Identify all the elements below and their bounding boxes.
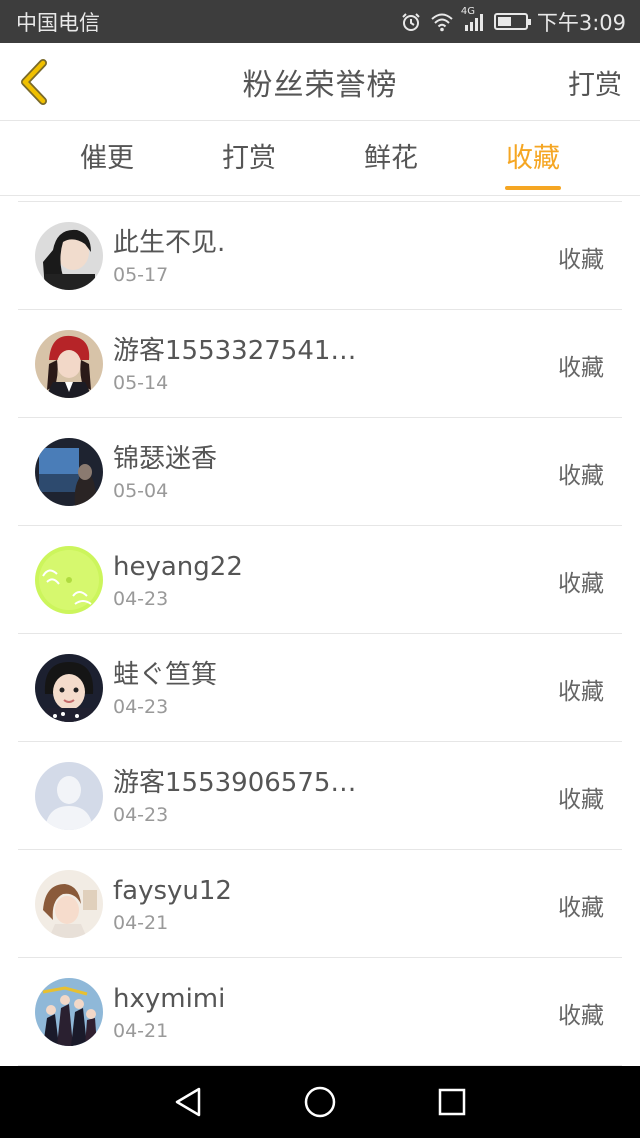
- action-label: 收藏: [558, 247, 604, 273]
- fan-list: 此生不见. 05-17 收藏 游客1553327541… 05-14 收藏 锦瑟…: [18, 201, 622, 1066]
- avatar: [35, 221, 103, 290]
- item-date: 05-17: [113, 263, 169, 286]
- item-date: 04-23: [113, 803, 169, 826]
- nav-home-button[interactable]: [290, 1072, 350, 1132]
- status-icons: 4G 下午3:09: [401, 6, 626, 37]
- item-info: 蛙ぐ笪箕 04-23: [113, 658, 217, 718]
- list-item[interactable]: heyang22 04-23 收藏: [18, 526, 622, 634]
- reward-button[interactable]: 打赏: [568, 63, 622, 102]
- header: 粉丝荣誉榜 打赏: [0, 43, 640, 121]
- avatar: [35, 869, 103, 938]
- back-arrow-icon: [21, 59, 47, 105]
- item-date: 04-21: [113, 1019, 169, 1042]
- item-date: 05-04: [113, 479, 169, 502]
- list-item[interactable]: 游客1553327541… 05-14 收藏: [18, 310, 622, 418]
- list-item[interactable]: 游客1553906575… 04-23 收藏: [18, 742, 622, 850]
- item-info: faysyu12 04-21: [113, 874, 232, 934]
- list-item[interactable]: faysyu12 04-21 收藏: [18, 850, 622, 958]
- user-name: 游客1553906575…: [113, 767, 357, 798]
- nav-recent-button[interactable]: [422, 1072, 482, 1132]
- tab-reward[interactable]: 打赏: [194, 122, 304, 195]
- user-name: faysyu12: [113, 875, 232, 906]
- system-nav-bar: [0, 1066, 640, 1138]
- tab-flowers[interactable]: 鲜花: [336, 122, 446, 195]
- item-info: 锦瑟迷香 05-04: [113, 442, 217, 502]
- carrier-label: 中国电信: [16, 10, 100, 35]
- item-date: 04-21: [113, 911, 169, 934]
- nav-back-button[interactable]: [158, 1072, 218, 1132]
- user-name: heyang22: [113, 551, 243, 582]
- back-button[interactable]: [14, 55, 54, 109]
- list-item[interactable]: 此生不见. 05-17 收藏: [18, 202, 622, 310]
- list-item[interactable]: hxymimi 04-21 收藏: [18, 958, 622, 1066]
- list-item[interactable]: 锦瑟迷香 05-04 收藏: [18, 418, 622, 526]
- alarm-icon: [401, 12, 421, 32]
- item-info: 此生不见. 05-17: [113, 226, 225, 286]
- avatar: [35, 977, 103, 1046]
- avatar: [35, 329, 103, 398]
- circle-home-icon: [304, 1086, 336, 1118]
- user-name: 游客1553327541…: [113, 335, 357, 366]
- network-type: 4G: [460, 5, 475, 17]
- action-label: 收藏: [558, 787, 604, 813]
- triangle-back-icon: [175, 1087, 201, 1117]
- clock: 下午3:09: [536, 10, 626, 35]
- user-name: 此生不见.: [113, 227, 226, 258]
- page-title: 粉丝荣誉榜: [242, 67, 398, 103]
- action-label: 收藏: [558, 895, 604, 921]
- action-label: 收藏: [558, 679, 604, 705]
- action-label: 收藏: [558, 355, 604, 381]
- item-date: 05-14: [113, 371, 169, 394]
- avatar: [35, 653, 103, 722]
- item-info: hxymimi 04-21: [113, 982, 225, 1042]
- list-item[interactable]: 蛙ぐ笪箕 04-23 收藏: [18, 634, 622, 742]
- action-label: 收藏: [558, 571, 604, 597]
- tab-collect[interactable]: 收藏: [478, 122, 588, 195]
- tab-urge[interactable]: 催更: [52, 122, 162, 195]
- status-bar: 中国电信 4G 下午3:09: [0, 0, 640, 43]
- battery-level: [497, 17, 511, 26]
- wifi-icon: [430, 12, 454, 32]
- action-label: 收藏: [558, 1003, 604, 1029]
- user-name: hxymimi: [113, 983, 226, 1014]
- user-name: 蛙ぐ笪箕: [113, 659, 218, 690]
- default-avatar-icon: [35, 761, 103, 830]
- avatar: [35, 545, 103, 614]
- action-label: 收藏: [558, 463, 604, 489]
- square-recent-icon: [438, 1088, 466, 1116]
- tab-bar: 催更 打赏 鲜花 收藏: [0, 122, 640, 196]
- item-date: 04-23: [113, 587, 169, 610]
- avatar: [35, 761, 103, 830]
- battery-icon: [493, 13, 531, 30]
- avatar: [35, 437, 103, 506]
- item-date: 04-23: [113, 695, 169, 718]
- signal-icon: 4G: [461, 6, 485, 32]
- item-info: heyang22 04-23: [113, 550, 243, 610]
- item-info: 游客1553327541… 05-14: [113, 334, 356, 394]
- item-info: 游客1553906575… 04-23: [113, 766, 356, 826]
- user-name: 锦瑟迷香: [113, 443, 218, 474]
